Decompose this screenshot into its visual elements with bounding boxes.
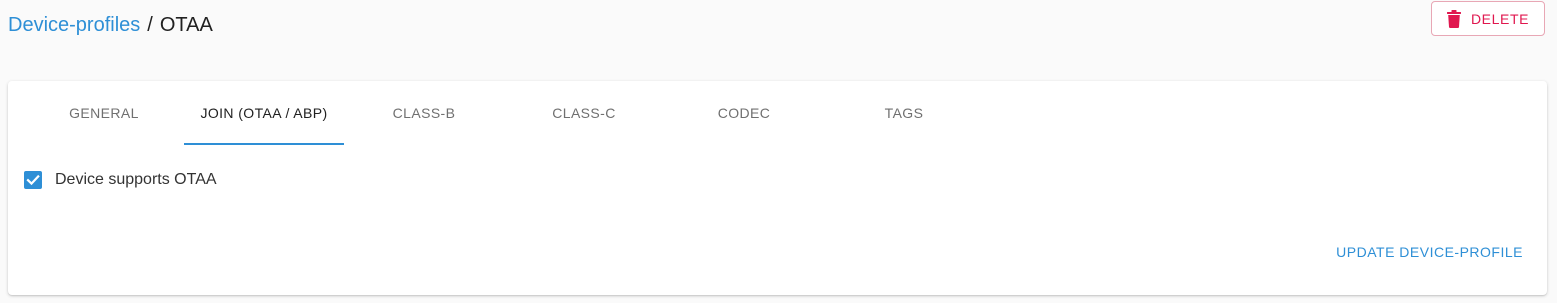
tab-general[interactable]: GENERAL [24, 81, 184, 145]
tab-class-c[interactable]: CLASS-C [504, 81, 664, 145]
breadcrumb-current: OTAA [159, 14, 213, 36]
breadcrumb-separator: / [147, 14, 153, 36]
trash-icon [1446, 9, 1461, 28]
tab-bar: GENERAL JOIN (OTAA / ABP) CLASS-B CLASS-… [24, 81, 984, 145]
tab-tags[interactable]: TAGS [824, 81, 984, 145]
tab-codec[interactable]: CODEC [664, 81, 824, 145]
update-device-profile-button[interactable]: UPDATE DEVICE-PROFILE [1336, 244, 1523, 260]
checkmark-icon [26, 174, 40, 186]
delete-button-label: DELETE [1470, 10, 1530, 27]
delete-button[interactable]: DELETE [1431, 1, 1545, 36]
breadcrumb: Device-profiles / OTAA [8, 12, 213, 38]
supports-otaa-checkbox[interactable] [24, 171, 42, 189]
tab-join[interactable]: JOIN (OTAA / ABP) [184, 81, 344, 145]
device-profile-card: GENERAL JOIN (OTAA / ABP) CLASS-B CLASS-… [8, 81, 1547, 295]
tab-class-b[interactable]: CLASS-B [344, 81, 504, 145]
breadcrumb-link-device-profiles[interactable]: Device-profiles [8, 14, 140, 36]
supports-otaa-field[interactable]: Device supports OTAA [24, 171, 217, 189]
supports-otaa-label: Device supports OTAA [55, 171, 217, 188]
